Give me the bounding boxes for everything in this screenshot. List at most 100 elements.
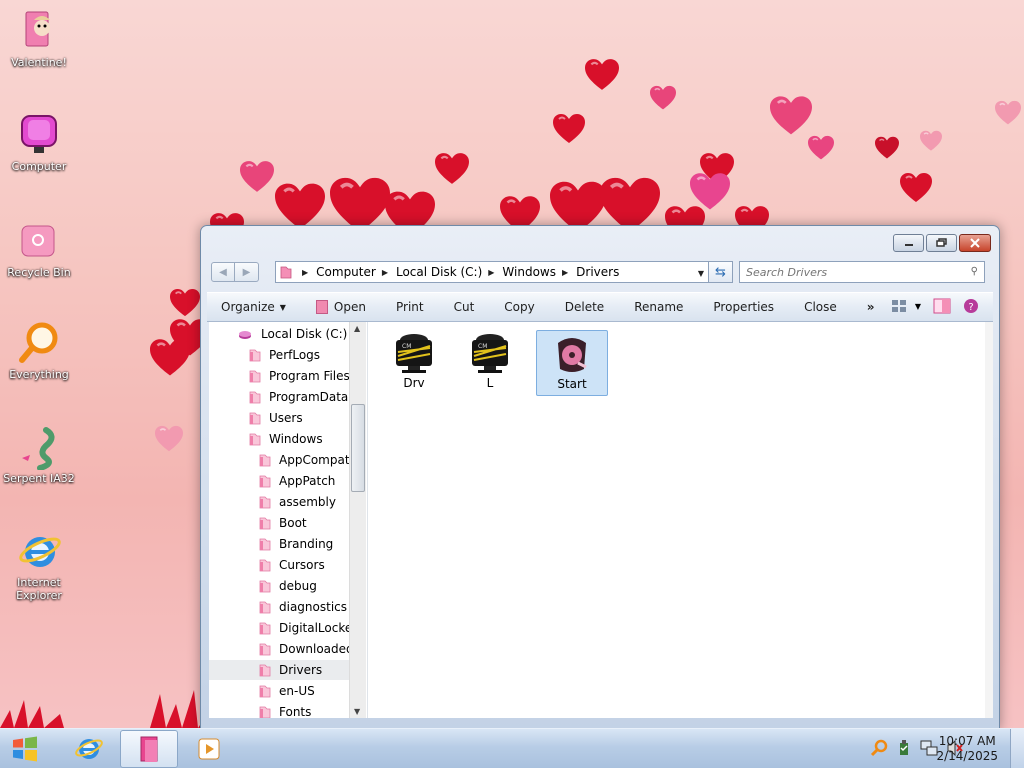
breadcrumb-computer[interactable]: Computer	[316, 265, 376, 279]
help-icon[interactable]: ?	[963, 298, 979, 314]
tree-item[interactable]: AppPatch	[209, 471, 335, 491]
tree-item[interactable]: Drivers	[209, 660, 349, 680]
breadcrumb-separator-icon[interactable]: ▶	[382, 268, 388, 277]
cut-button[interactable]: Cut	[454, 300, 475, 314]
tree-item[interactable]: ProgramData	[209, 387, 348, 407]
close-window-button[interactable]	[959, 234, 991, 252]
tree-item[interactable]: Boot	[209, 513, 307, 533]
tree-item-label: ProgramData	[269, 390, 349, 404]
tree-item[interactable]: DigitalLocker	[209, 618, 357, 638]
pink-folder-icon	[259, 516, 271, 530]
clock[interactable]: 10:07 AM 2/14/2025	[936, 734, 998, 764]
tree-item-label: AppCompat	[279, 453, 350, 467]
pink-folder-icon	[259, 558, 271, 572]
delete-button[interactable]: Delete	[565, 300, 604, 314]
tree-item[interactable]: AppCompat	[209, 450, 350, 470]
address-dropdown-icon[interactable]: ▼	[698, 269, 704, 278]
open-label: Open	[333, 300, 366, 314]
close-button[interactable]: Close	[804, 300, 837, 314]
scroll-up-icon[interactable]: ▲	[354, 324, 360, 333]
file-item-l[interactable]: CM L	[454, 330, 526, 396]
tree-item-label: debug	[279, 579, 317, 593]
green-serpent-icon	[16, 424, 62, 471]
tree-item-label: DigitalLocker	[279, 621, 358, 635]
breadcrumb-separator-icon[interactable]: ▶	[488, 268, 494, 277]
minimize-button[interactable]	[893, 234, 924, 252]
taskbar-media-player[interactable]	[180, 730, 238, 768]
search-box[interactable]: ⚲	[739, 261, 985, 283]
properties-button[interactable]: Properties	[713, 300, 774, 314]
rename-button[interactable]: Rename	[634, 300, 683, 314]
clock-time: 10:07 AM	[938, 734, 996, 748]
tree-item[interactable]: assembly	[209, 492, 336, 512]
refresh-button[interactable]: ⇆	[709, 261, 733, 283]
pink-folder-icon	[249, 369, 261, 383]
desktop-icon-label: Serpent IA32	[3, 472, 75, 485]
network-icon[interactable]	[920, 739, 938, 757]
forward-arrow-icon: ▶	[242, 266, 251, 278]
file-label: L	[486, 376, 494, 390]
tree-item[interactable]: Branding	[209, 534, 333, 554]
file-item-drv[interactable]: CM Drv	[378, 330, 450, 396]
file-list-scrollbar[interactable]	[985, 322, 993, 718]
tree-item[interactable]: debug	[209, 576, 317, 596]
start-button[interactable]	[8, 733, 42, 765]
breadcrumb-drivers[interactable]: Drivers	[576, 265, 619, 279]
taskbar-explorer[interactable]	[120, 730, 178, 768]
breadcrumb-local-disk[interactable]: Local Disk (C:)	[396, 265, 482, 279]
print-button[interactable]: Print	[396, 300, 424, 314]
tree-item-label: Program Files	[269, 369, 350, 383]
tree-item[interactable]: Program Files	[209, 366, 350, 386]
tree-item[interactable]: Cursors	[209, 555, 325, 575]
scrollbar-thumb[interactable]	[351, 404, 365, 492]
tree-item[interactable]: en-US	[209, 681, 315, 701]
copy-button[interactable]: Copy	[504, 300, 534, 314]
scroll-down-icon[interactable]: ▼	[354, 707, 360, 716]
internet-explorer-icon	[16, 528, 62, 574]
pink-folder-icon	[259, 474, 271, 488]
show-desktop-button[interactable]	[1010, 729, 1024, 768]
breadcrumb-windows[interactable]: Windows	[502, 265, 556, 279]
pink-folder-icon	[259, 495, 271, 509]
desktop-icon-valentine[interactable]: Valentine!	[2, 8, 76, 69]
tree-item-label: Users	[269, 411, 303, 425]
everything-tray-icon[interactable]	[870, 739, 888, 757]
maximize-button[interactable]	[926, 234, 957, 252]
back-button[interactable]: ◀	[211, 262, 235, 282]
tree-item[interactable]: Downloaded	[209, 639, 354, 659]
desktop-icon-recycle-bin[interactable]: Recycle Bin	[2, 218, 76, 279]
heart-icon	[435, 152, 469, 186]
pink-folder-icon	[259, 663, 271, 677]
preview-pane-icon[interactable]	[933, 298, 951, 314]
tree-item[interactable]: Fonts	[209, 702, 311, 718]
forward-button[interactable]: ▶	[235, 262, 259, 282]
taskbar-internet-explorer[interactable]	[60, 730, 118, 768]
desktop-icon-everything[interactable]: Everything	[2, 320, 76, 381]
tree-item[interactable]: PerfLogs	[209, 345, 320, 365]
safely-remove-hardware-icon[interactable]	[896, 739, 912, 757]
address-bar[interactable]: ▶ Computer ▶ Local Disk (C:) ▶ Windows ▶…	[275, 261, 709, 283]
search-input[interactable]	[746, 265, 946, 279]
tree-item[interactable]: Local Disk (C:)	[209, 324, 347, 344]
desktop-icon-computer[interactable]: Computer	[2, 112, 76, 173]
tree-item[interactable]: Users	[209, 408, 303, 428]
more-commands-button[interactable]: »	[867, 300, 875, 314]
pink-folder-icon	[249, 411, 261, 425]
tree-item[interactable]: Windows	[209, 429, 323, 449]
search-icon[interactable]: ⚲	[971, 266, 978, 277]
desktop-icon-serpent[interactable]: Serpent IA32	[2, 424, 76, 485]
navigation-pane: Local Disk (C:) PerfLogs Program Files Prog…	[209, 322, 367, 718]
desktop-icon-internet-explorer[interactable]: Internet Explorer	[2, 528, 76, 602]
navigation-scrollbar[interactable]: ▲ ▼	[349, 322, 366, 718]
view-options-button[interactable]: ▼	[891, 299, 921, 313]
tree-item[interactable]: diagnostics	[209, 597, 347, 617]
open-button[interactable]: Open	[315, 300, 366, 314]
pink-folder-icon	[259, 621, 271, 635]
organize-button[interactable]: Organize ▼	[221, 300, 286, 314]
cmd-monitor-icon: CM	[392, 332, 436, 376]
file-item-start[interactable]: Start	[536, 330, 608, 396]
close-icon	[970, 238, 980, 248]
breadcrumb-separator-icon[interactable]: ▶	[562, 268, 568, 277]
tree-item-label: Cursors	[279, 558, 325, 572]
back-arrow-icon: ◀	[219, 266, 227, 278]
